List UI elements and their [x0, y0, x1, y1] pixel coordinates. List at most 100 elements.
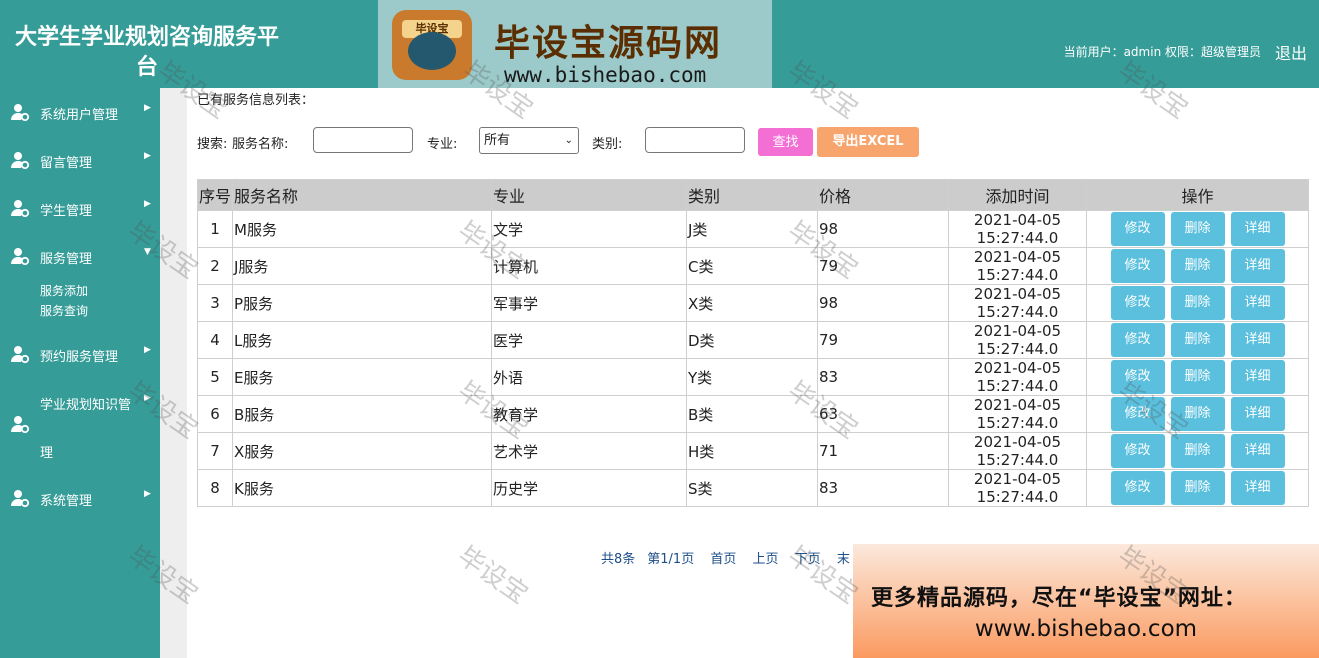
cell-date: 2021-04-05 [973, 433, 1062, 452]
table-row: 1 M服务 文学 J类 98 2021-04-05 15:27:44.0 修改 删除 详细 [197, 210, 1309, 248]
cell-index: 4 [197, 321, 233, 359]
cell-price: 79 [817, 321, 949, 359]
cell-service-name: B服务 [232, 395, 492, 433]
cell-service-name: P服务 [232, 284, 492, 322]
cell-category: X类 [686, 284, 818, 322]
cell-date: 2021-04-05 [973, 359, 1062, 378]
major-select[interactable]: 所有 ⌄ [479, 127, 579, 154]
col-header-time: 添加时间 [948, 179, 1087, 211]
table-row: 2 J服务 计算机 C类 79 2021-04-05 15:27:44.0 修改 删除 详细 [197, 247, 1309, 285]
export-excel-button[interactable]: 导出EXCEL [817, 127, 919, 157]
edit-button[interactable]: 修改 [1110, 323, 1165, 357]
col-header-name: 服务名称 [232, 179, 492, 211]
pager-first-link[interactable]: 首页 [710, 552, 736, 567]
edit-button[interactable]: 修改 [1110, 286, 1165, 320]
delete-button[interactable]: 删除 [1170, 471, 1225, 505]
delete-button[interactable]: 删除 [1170, 434, 1225, 468]
cell-category: S类 [686, 469, 818, 507]
ad-url: www.bishebao.com [974, 616, 1198, 642]
edit-button[interactable]: 修改 [1110, 212, 1165, 246]
cell-date: 2021-04-05 [973, 322, 1062, 341]
cell-time: 15:27:44.0 [976, 303, 1059, 321]
cell-index: 7 [197, 432, 233, 470]
chevron-right-icon: ▶ [144, 199, 151, 209]
sidebar-item-label: 学业规划知识管 [40, 398, 132, 413]
sidebar-item-label: 预约服务管理 [40, 350, 119, 365]
detail-button[interactable]: 详细 [1230, 323, 1285, 357]
cell-actions: 修改 删除 详细 [1086, 210, 1309, 248]
detail-button[interactable]: 详细 [1230, 397, 1285, 431]
edit-button[interactable]: 修改 [1110, 434, 1165, 468]
logout-link[interactable]: 退出 [1275, 40, 1307, 64]
cell-time: 15:27:44.0 [976, 229, 1059, 247]
detail-button[interactable]: 详细 [1230, 286, 1285, 320]
sidebar-item-label: 系统用户管理 [40, 108, 119, 123]
sidebar-item-label: 服务管理 [40, 252, 93, 267]
pager-last-link[interactable]: 末 [837, 552, 850, 567]
edit-button[interactable]: 修改 [1110, 397, 1165, 431]
service-name-label: 服务名称: [232, 137, 289, 152]
cell-date: 2021-04-05 [973, 285, 1062, 304]
cell-index: 5 [197, 358, 233, 396]
user-gear-icon [11, 490, 30, 508]
detail-button[interactable]: 详细 [1230, 212, 1285, 246]
edit-button[interactable]: 修改 [1110, 471, 1165, 505]
sidebar-item-knowledge[interactable]: 学业规划知识管 ▶ 理 [0, 381, 160, 463]
detail-button[interactable]: 详细 [1230, 471, 1285, 505]
chevron-right-icon: ▶ [144, 393, 151, 403]
cell-category: D类 [686, 321, 818, 359]
delete-button[interactable]: 删除 [1170, 323, 1225, 357]
sidebar-item-bookings[interactable]: 预约服务管理 ▶ [0, 333, 160, 373]
table-row: 4 L服务 医学 D类 79 2021-04-05 15:27:44.0 修改 删除 详细 [197, 321, 1309, 359]
delete-button[interactable]: 删除 [1170, 286, 1225, 320]
major-label: 专业: [427, 137, 458, 152]
chevron-right-icon: ▶ [144, 345, 151, 355]
sidebar-subitem-service-query[interactable]: 服务查询 [40, 302, 88, 319]
sidebar-item-label: 留言管理 [40, 156, 93, 171]
pager-total: 共8条 [601, 552, 636, 567]
edit-button[interactable]: 修改 [1110, 249, 1165, 283]
service-name-input[interactable] [313, 127, 413, 153]
content-gutter [160, 88, 187, 658]
row-actions: 修改 删除 详细 [1088, 323, 1307, 357]
major-select-value: 所有 [484, 133, 511, 148]
cell-service-name: X服务 [232, 432, 492, 470]
edit-button[interactable]: 修改 [1110, 360, 1165, 394]
col-header-major: 专业 [491, 179, 687, 211]
cell-actions: 修改 删除 详细 [1086, 247, 1309, 285]
cell-actions: 修改 删除 详细 [1086, 284, 1309, 322]
sidebar-item-label: 系统管理 [40, 494, 93, 509]
detail-button[interactable]: 详细 [1230, 434, 1285, 468]
sidebar-item-label: 学生管理 [40, 204, 93, 219]
sidebar-subitem-service-add[interactable]: 服务添加 [40, 282, 88, 299]
sidebar-item-students[interactable]: 学生管理 ▶ [0, 187, 160, 227]
delete-button[interactable]: 删除 [1170, 360, 1225, 394]
cell-index: 1 [197, 210, 233, 248]
cell-index: 8 [197, 469, 233, 507]
sidebar-item-system-users[interactable]: 系统用户管理 ▶ [0, 91, 160, 131]
row-actions: 修改 删除 详细 [1088, 249, 1307, 283]
sidebar-item-messages[interactable]: 留言管理 ▶ [0, 139, 160, 179]
cell-price: 83 [817, 469, 949, 507]
watermark-logo: 毕设宝 毕设宝源码网 www.bishebao.com [378, 0, 772, 88]
detail-button[interactable]: 详细 [1230, 249, 1285, 283]
sidebar-item-services[interactable]: 服务管理 ▼ [0, 235, 160, 275]
cell-time: 15:27:44.0 [976, 414, 1059, 432]
chevron-down-icon: ▼ [144, 247, 151, 257]
cell-time: 15:27:44.0 [976, 377, 1059, 395]
cell-added-time: 2021-04-05 15:27:44.0 [948, 395, 1087, 433]
cell-service-name: J服务 [232, 247, 492, 285]
category-input[interactable] [645, 127, 745, 153]
cell-category: B类 [686, 395, 818, 433]
pager-prev-link[interactable]: 上页 [753, 552, 779, 567]
find-button[interactable]: 查找 [758, 128, 813, 156]
pager-next-link[interactable]: 下页 [795, 552, 821, 567]
cell-added-time: 2021-04-05 15:27:44.0 [948, 432, 1087, 470]
delete-button[interactable]: 删除 [1170, 249, 1225, 283]
detail-button[interactable]: 详细 [1230, 360, 1285, 394]
sidebar-item-system[interactable]: 系统管理 ▶ [0, 477, 160, 517]
cell-major: 文学 [491, 210, 687, 248]
col-header-index: 序号 [197, 179, 233, 211]
delete-button[interactable]: 删除 [1170, 212, 1225, 246]
delete-button[interactable]: 删除 [1170, 397, 1225, 431]
